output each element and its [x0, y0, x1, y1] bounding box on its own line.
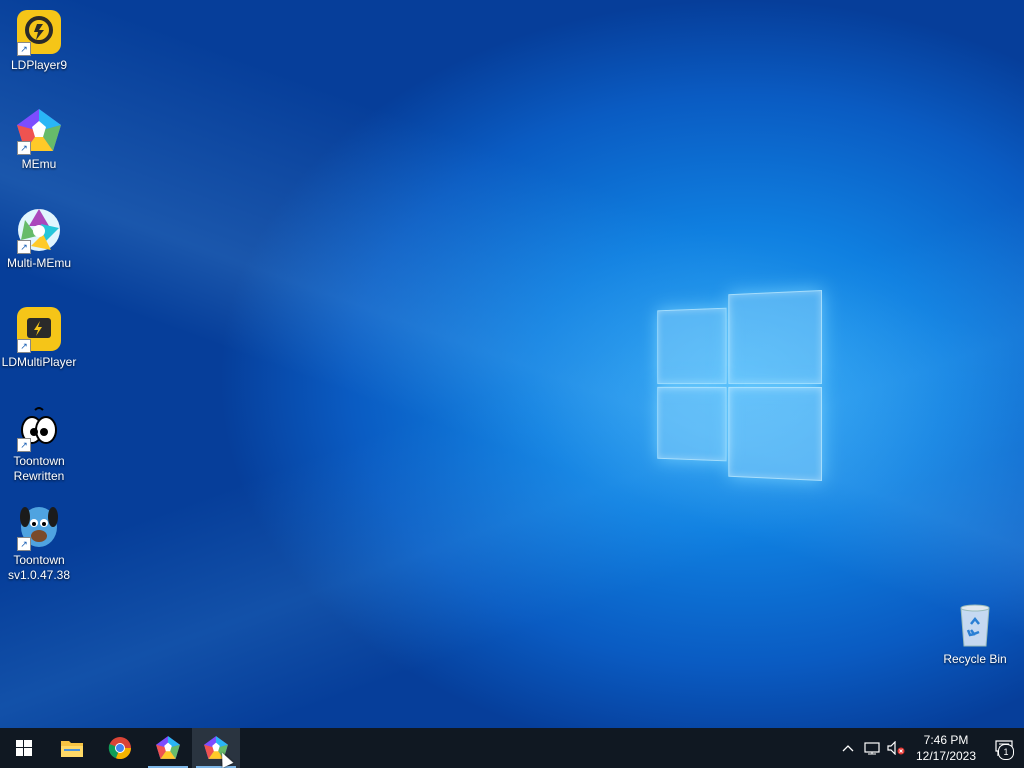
folder-icon	[61, 741, 83, 757]
wallpaper-light-beam	[0, 0, 1024, 768]
toontown-rewritten-icon: ↗	[15, 404, 63, 452]
clock-time: 7:46 PM	[923, 733, 969, 747]
clock-date: 12/17/2023	[915, 749, 977, 763]
desktop-icon-label: Toontown Rewritten	[13, 454, 65, 483]
windows-logo-icon	[16, 740, 32, 756]
memu-icon	[156, 736, 180, 759]
ldplayer9-icon: ↗	[15, 8, 63, 56]
clock[interactable]: 7:46 PM 12/17/2023	[908, 732, 984, 764]
network-button[interactable]	[860, 728, 884, 768]
recycle-bin-icon	[951, 602, 999, 650]
desktop-icon-label: Multi-MEmu	[6, 256, 71, 270]
desktop-icon-label: Recycle Bin	[943, 652, 1007, 666]
desktop-icon-memu[interactable]: ↗ MEmu	[0, 107, 78, 172]
action-center-button[interactable]: 1	[984, 728, 1024, 768]
system-tray: 7:46 PM 12/17/2023 1	[836, 728, 1024, 768]
desktop-icon-label: LDMultiPlayer	[1, 355, 77, 369]
chrome-icon	[108, 737, 132, 760]
windows-wallpaper-logo	[657, 290, 822, 481]
desktop-icon-label: MEmu	[21, 157, 57, 171]
multi-memu-icon: ↗	[15, 206, 63, 254]
memu-icon: ↗	[15, 107, 63, 155]
ldmultiplayer-icon: ↗	[15, 305, 63, 353]
show-hidden-icons-button[interactable]	[836, 728, 860, 768]
volume-button[interactable]	[884, 728, 908, 768]
taskbar-chrome[interactable]	[96, 728, 144, 768]
taskbar: 7:46 PM 12/17/2023 1	[0, 728, 1024, 768]
taskbar-file-explorer[interactable]	[48, 728, 96, 768]
desktop-icon-ldmultiplayer[interactable]: ↗ LDMultiPlayer	[0, 305, 78, 370]
desktop-icon-toontown-rewritten[interactable]: ↗ Toontown Rewritten	[0, 404, 78, 484]
desktop-icon-multi-memu[interactable]: ↗ Multi-MEmu	[0, 206, 78, 271]
toontown-icon: ↗	[15, 503, 63, 551]
desktop-icon-ldplayer9[interactable]: ↗ LDPlayer9	[0, 8, 78, 73]
wallpaper-light-beam	[0, 0, 1024, 768]
desktop-icon-recycle-bin[interactable]: Recycle Bin	[936, 602, 1014, 667]
chevron-up-icon	[842, 745, 854, 752]
desktop-icon-label: LDPlayer9	[10, 58, 68, 72]
start-button[interactable]	[0, 728, 48, 768]
desktop-icon-label: Toontown sv1.0.47.38	[7, 553, 71, 582]
volume-muted-icon	[887, 741, 905, 755]
desktop-icon-toontown[interactable]: ↗ Toontown sv1.0.47.38	[0, 503, 78, 583]
network-icon	[864, 742, 880, 755]
notification-count-badge: 1	[998, 744, 1014, 760]
taskbar-memu[interactable]	[144, 728, 192, 768]
